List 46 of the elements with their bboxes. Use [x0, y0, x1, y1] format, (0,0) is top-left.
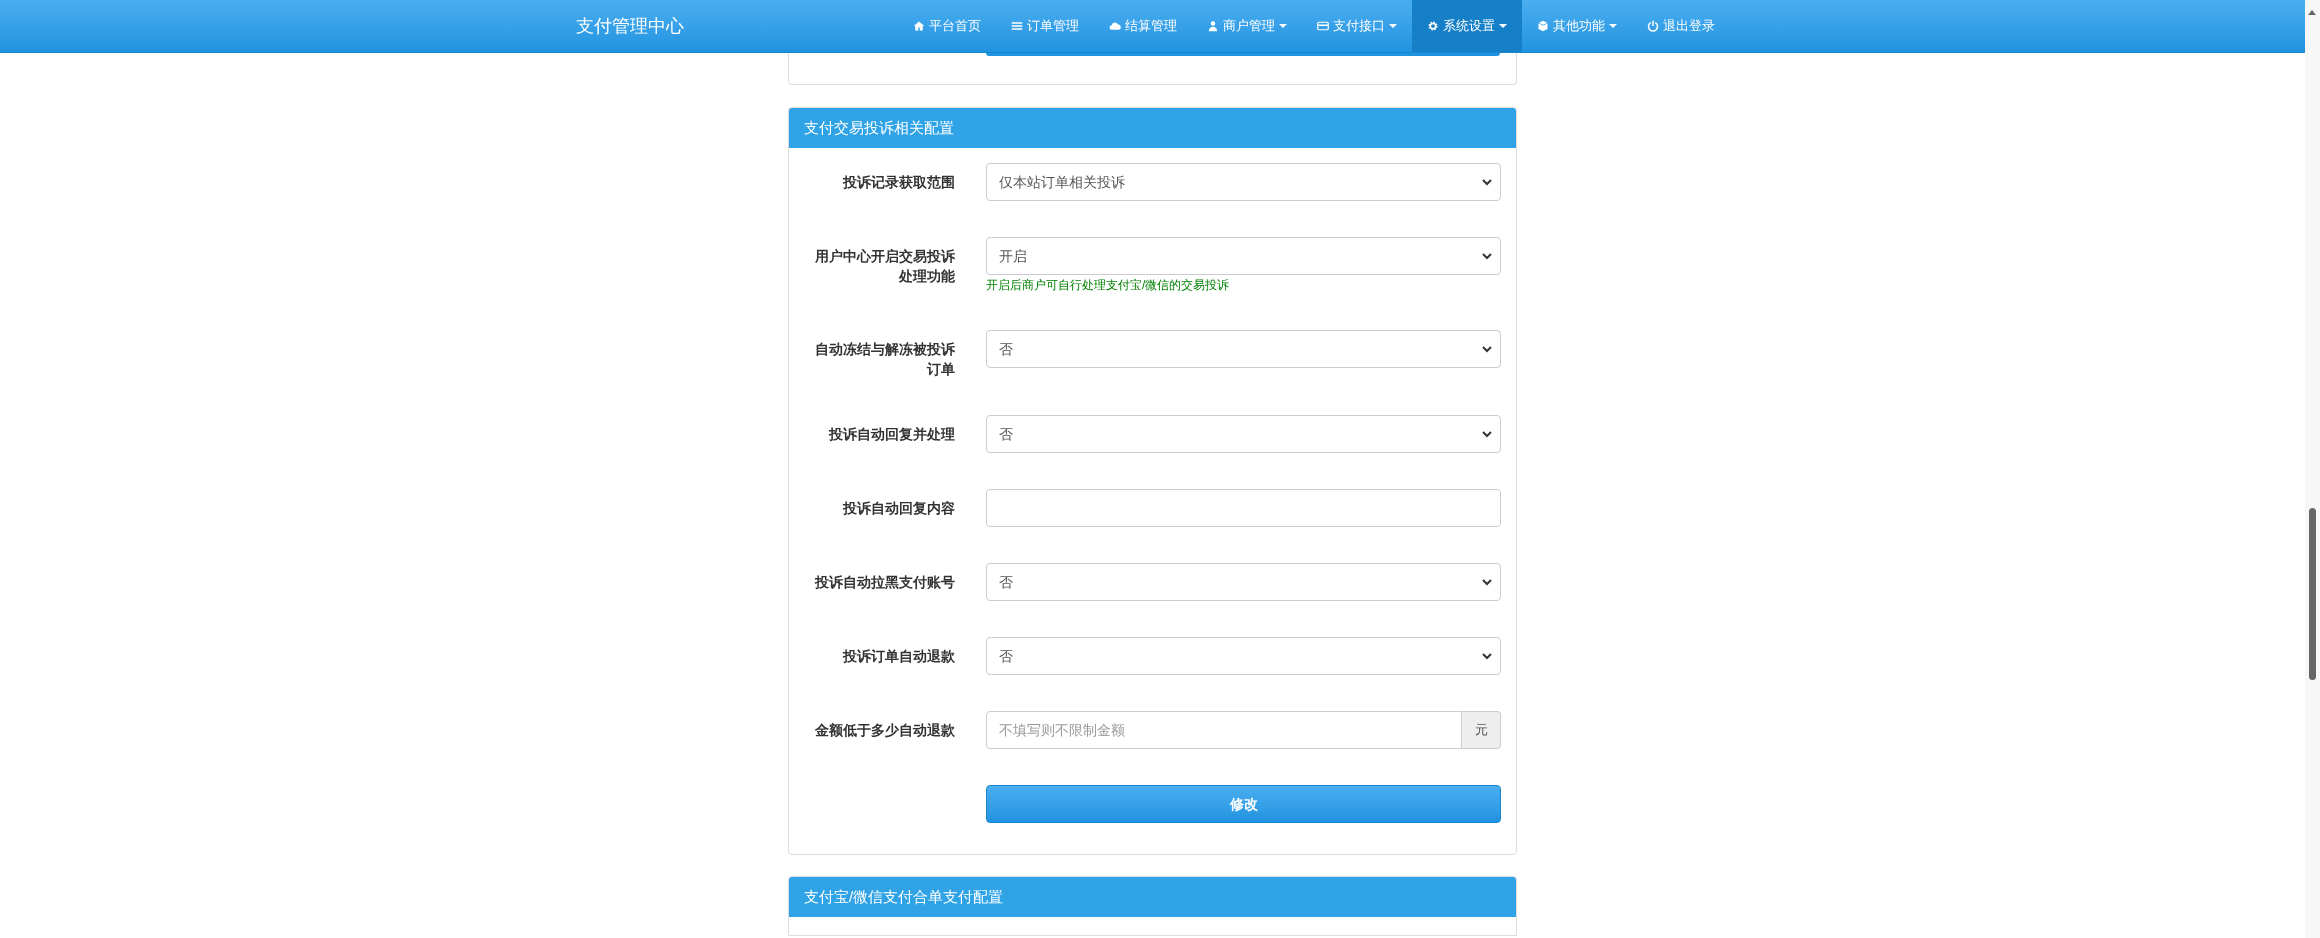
field-label: 投诉自动回复内容 [841, 499, 956, 518]
panel-title: 支付宝/微信支付合单支付配置 [804, 886, 1004, 907]
chevron-down-icon [1482, 252, 1492, 260]
nav-menu-item[interactable]: 结算管理 [1093, 0, 1192, 52]
field-label: 自动冻结与解冻被投诉订单 [814, 340, 956, 379]
select-field[interactable]: 否 [986, 637, 1501, 675]
chevron-down-icon [1482, 578, 1492, 586]
cube-icon [1536, 20, 1549, 32]
user-icon [1206, 20, 1219, 32]
power-icon [1646, 20, 1659, 32]
input-field[interactable] [986, 489, 1501, 527]
field-label: 投诉自动回复并处理 [827, 425, 956, 444]
help-text: 开启后商户可自行处理支付宝/微信的交易投诉 [986, 277, 1231, 294]
chevron-down-icon [1482, 345, 1492, 353]
chevron-down-icon [1482, 430, 1492, 438]
select-field[interactable]: 否 [986, 330, 1501, 368]
brand-link[interactable]: 支付管理中心 [575, 12, 684, 40]
nav-menu-item[interactable]: 平台首页 [897, 0, 996, 52]
select-field[interactable]: 否 [986, 563, 1501, 601]
nav-menu-item[interactable]: 其他功能 [1521, 0, 1632, 52]
select-field[interactable]: 仅本站订单相关投诉 [986, 163, 1501, 201]
field-label: 用户中心开启交易投诉处理功能 [814, 247, 956, 286]
gear-icon [1426, 20, 1439, 32]
submit-button[interactable]: 修改 [986, 785, 1501, 823]
nav-menu-item[interactable]: 支付接口 [1301, 0, 1412, 52]
nav-menu-item[interactable]: 商户管理 [1191, 0, 1302, 52]
scrollbar-thumb[interactable] [2309, 508, 2316, 680]
input-field[interactable]: 不填写则不限制金额 [986, 711, 1462, 749]
panel-title: 支付交易投诉相关配置 [804, 117, 954, 138]
field-label: 投诉记录获取范围 [841, 173, 956, 192]
nav-menu-item[interactable]: 退出登录 [1631, 0, 1730, 52]
field-label: 投诉订单自动退款 [841, 647, 956, 666]
nav-menu-item[interactable]: 订单管理 [995, 0, 1094, 52]
select-field[interactable]: 否 [986, 415, 1501, 453]
chevron-down-icon [1482, 652, 1492, 660]
unit-label: 元 [1462, 711, 1501, 749]
select-field[interactable]: 开启 [986, 237, 1501, 275]
list-icon [1010, 20, 1023, 32]
field-label: 金额低于多少自动退款 [814, 721, 956, 740]
chevron-down-icon [1482, 178, 1492, 186]
credit-card-icon [1316, 20, 1329, 32]
field-label: 投诉自动拉黑支付账号 [813, 573, 956, 592]
nav-menu-item[interactable]: 系统设置 [1411, 0, 1522, 52]
cloud-icon [1108, 20, 1121, 32]
home-icon [912, 20, 925, 32]
scroll-up-icon[interactable] [2308, 10, 2316, 15]
